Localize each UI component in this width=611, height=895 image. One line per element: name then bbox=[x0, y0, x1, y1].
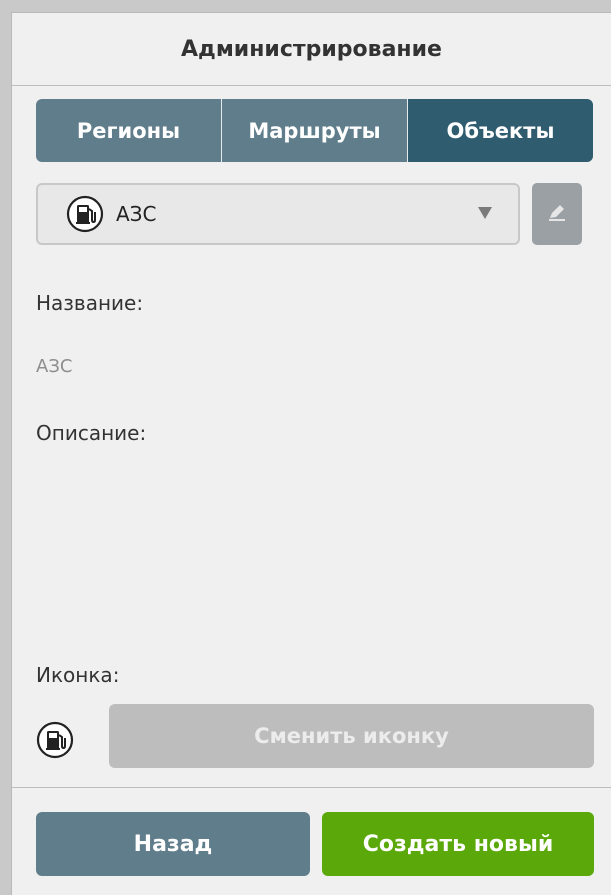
admin-panel: Администрирование Регионы Маршруты Объек… bbox=[11, 12, 611, 895]
name-label: Название: bbox=[36, 291, 144, 315]
pencil-icon bbox=[546, 201, 568, 227]
tab-routes[interactable]: Маршруты bbox=[221, 99, 407, 162]
back-button[interactable]: Назад bbox=[36, 812, 310, 876]
tab-objects[interactable]: Объекты bbox=[407, 99, 593, 162]
footer-divider bbox=[12, 787, 611, 788]
gas-station-icon bbox=[36, 721, 74, 759]
description-label: Описание: bbox=[36, 421, 147, 445]
create-new-button[interactable]: Создать новый bbox=[322, 812, 594, 876]
object-type-value: АЗС bbox=[116, 202, 157, 226]
tab-regions[interactable]: Регионы bbox=[36, 99, 221, 162]
edit-button[interactable] bbox=[532, 183, 582, 245]
chevron-down-icon bbox=[478, 207, 492, 219]
gas-station-icon bbox=[66, 195, 104, 233]
change-icon-button[interactable]: Сменить иконку bbox=[109, 704, 594, 768]
icon-label: Иконка: bbox=[36, 663, 120, 687]
name-value[interactable]: АЗС bbox=[36, 356, 72, 377]
object-type-select[interactable]: АЗС bbox=[36, 183, 520, 245]
panel-title: Администрирование bbox=[12, 13, 611, 86]
tab-bar: Регионы Маршруты Объекты bbox=[36, 99, 593, 162]
